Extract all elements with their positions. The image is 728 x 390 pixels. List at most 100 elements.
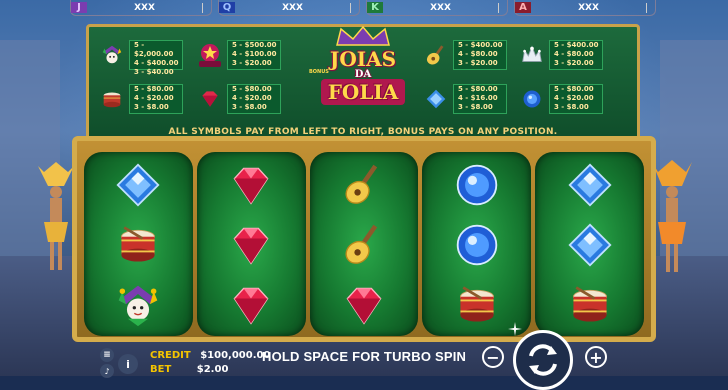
card-q-icon: Q xyxy=(219,2,235,13)
pill-value: XXX xyxy=(282,2,303,13)
spin-arrows-icon xyxy=(529,344,557,376)
bet-value: $2.00 xyxy=(196,364,229,375)
drum-icon xyxy=(113,220,163,270)
reel-2 xyxy=(196,152,306,336)
reel-3 xyxy=(309,152,419,336)
payout-5: 5 - $400.00 xyxy=(458,41,503,49)
guitar-icon xyxy=(423,42,449,68)
reel-1 xyxy=(84,152,193,336)
info-icon: i xyxy=(126,357,130,371)
payout-5: 5 - $2,000.00 xyxy=(134,41,174,58)
payout-4: 4 - $20.00 xyxy=(554,94,594,102)
game-logo: JOIAS DA FOLIA xyxy=(313,25,413,121)
payout-4: 4 - $80.00 xyxy=(458,50,498,58)
payout-3: 3 - $20.00 xyxy=(232,59,272,67)
card-a-icon: A xyxy=(515,2,531,13)
logo-line-joias: JOIAS xyxy=(329,47,397,71)
paytable-entry-bonus: BONUS 5 - $500.00 4 - $100.00 3 - $20.00 xyxy=(197,37,329,75)
payout-3: 3 - $8.00 xyxy=(554,103,589,111)
pill-divider xyxy=(646,2,647,13)
payout-values: 5 - $400.00 4 - $80.00 3 - $20.00 xyxy=(549,40,603,70)
pill-divider xyxy=(202,2,203,13)
payout-4: 4 - $400.00 xyxy=(134,59,179,67)
payout-values: 5 - $400.00 4 - $80.00 3 - $20.00 xyxy=(453,40,507,70)
red-gem-icon xyxy=(226,220,276,270)
blue-gem-icon xyxy=(452,220,502,270)
diamond-gem-icon xyxy=(423,86,449,112)
payout-3: 3 - $8.00 xyxy=(458,103,493,111)
pay-pill-j: J XXX xyxy=(70,0,212,16)
credit-display: CREDIT $100,000.00 xyxy=(150,350,270,361)
paytable-entry-drum: 5 - $80.00 4 - $20.00 3 - $8.00 xyxy=(99,81,183,117)
blue-diamond-icon xyxy=(565,220,615,270)
payout-3: 3 - $8.00 xyxy=(232,103,267,111)
payout-values: 5 - $80.00 4 - $16.00 3 - $8.00 xyxy=(453,84,507,114)
payout-3: 3 - $20.00 xyxy=(554,59,594,67)
pill-value: XXX xyxy=(134,2,155,13)
info-button[interactable]: i xyxy=(118,354,138,374)
bet-decrease-button[interactable]: − xyxy=(482,346,504,368)
pay-pill-a: A XXX xyxy=(514,0,656,16)
pill-divider xyxy=(350,2,351,13)
card-j-icon: J xyxy=(71,2,87,13)
bonus-icon: BONUS xyxy=(197,42,329,75)
red-gem-icon xyxy=(339,280,389,330)
payout-3: 3 - $8.00 xyxy=(134,103,169,111)
payout-3: 3 - $40.00 xyxy=(134,68,174,76)
top-pay-bar: J XXX Q XXX K XXX A XXX xyxy=(0,0,728,16)
autoplay-sparkle-icon xyxy=(508,322,522,336)
pay-pill-k: K XXX xyxy=(366,0,508,16)
bet-label: BET xyxy=(150,364,172,375)
guitar-icon xyxy=(339,160,389,210)
menu-icon[interactable]: ≡ xyxy=(100,348,114,362)
red-gem-icon xyxy=(226,160,276,210)
spin-button[interactable] xyxy=(513,330,573,390)
plus-icon: + xyxy=(589,347,603,367)
payout-3: 3 - $20.00 xyxy=(458,59,498,67)
turbo-spin-hint: HOLD SPACE FOR TURBO SPIN xyxy=(262,349,467,364)
credit-label: CREDIT xyxy=(150,350,191,361)
blue-gem-icon xyxy=(519,86,545,112)
pill-divider xyxy=(498,2,499,13)
paytable-entry-jester: 5 - $2,000.00 4 - $400.00 3 - $40.00 xyxy=(99,37,183,76)
payout-4: 4 - $80.00 xyxy=(554,50,594,58)
bottom-bar: ≡ i ♪ CREDIT $100,000.00 BET $2.00 HOLD … xyxy=(0,344,728,378)
reels-area xyxy=(84,152,644,336)
card-k-icon: K xyxy=(367,2,383,13)
reel-4 xyxy=(422,152,532,336)
payout-4: 4 - $20.00 xyxy=(134,94,174,102)
paytable-entry-diamond: 5 - $80.00 4 - $16.00 3 - $8.00 xyxy=(423,81,507,117)
drum-icon xyxy=(452,280,502,330)
reel-5 xyxy=(535,152,644,336)
paytable-entry-red-gem: 5 - $80.00 4 - $20.00 3 - $8.00 xyxy=(197,81,281,117)
minus-icon: − xyxy=(486,347,500,367)
payout-5: 5 - $80.00 xyxy=(554,85,594,93)
payout-values: 5 - $80.00 4 - $20.00 3 - $8.00 xyxy=(549,84,603,114)
blue-diamond-icon xyxy=(565,160,615,210)
blue-gem-icon xyxy=(452,160,502,210)
logo-line-folia: FOLIA xyxy=(321,79,405,105)
payout-values: 5 - $2,000.00 4 - $400.00 3 - $40.00 xyxy=(129,40,183,76)
drum-icon xyxy=(99,86,125,112)
jester-icon xyxy=(113,280,163,330)
guitar-icon xyxy=(339,220,389,270)
payout-4: 4 - $20.00 xyxy=(232,94,272,102)
paytable-panel: 5 - $2,000.00 4 - $400.00 3 - $40.00 BON… xyxy=(86,24,640,144)
bet-increase-button[interactable]: + xyxy=(585,346,607,368)
red-gem-icon xyxy=(197,86,223,112)
blue-diamond-icon xyxy=(113,160,163,210)
paytable-entry-blue-gem: 5 - $80.00 4 - $20.00 3 - $8.00 xyxy=(519,81,603,117)
payout-values: 5 - $80.00 4 - $20.00 3 - $8.00 xyxy=(227,84,281,114)
payout-5: 5 - $80.00 xyxy=(134,85,174,93)
credit-value: $100,000.00 xyxy=(200,350,271,361)
pill-value: XXX xyxy=(578,2,599,13)
drum-icon xyxy=(565,280,615,330)
payout-4: 4 - $100.00 xyxy=(232,50,277,58)
crown-icon xyxy=(336,25,390,46)
jester-icon xyxy=(99,42,125,68)
red-gem-icon xyxy=(226,280,276,330)
payout-5: 5 - $400.00 xyxy=(554,41,599,49)
tiara-icon xyxy=(519,42,545,68)
pay-pill-q: Q XXX xyxy=(218,0,360,16)
paytable-entry-guitar: 5 - $400.00 4 - $80.00 3 - $20.00 xyxy=(423,37,507,73)
